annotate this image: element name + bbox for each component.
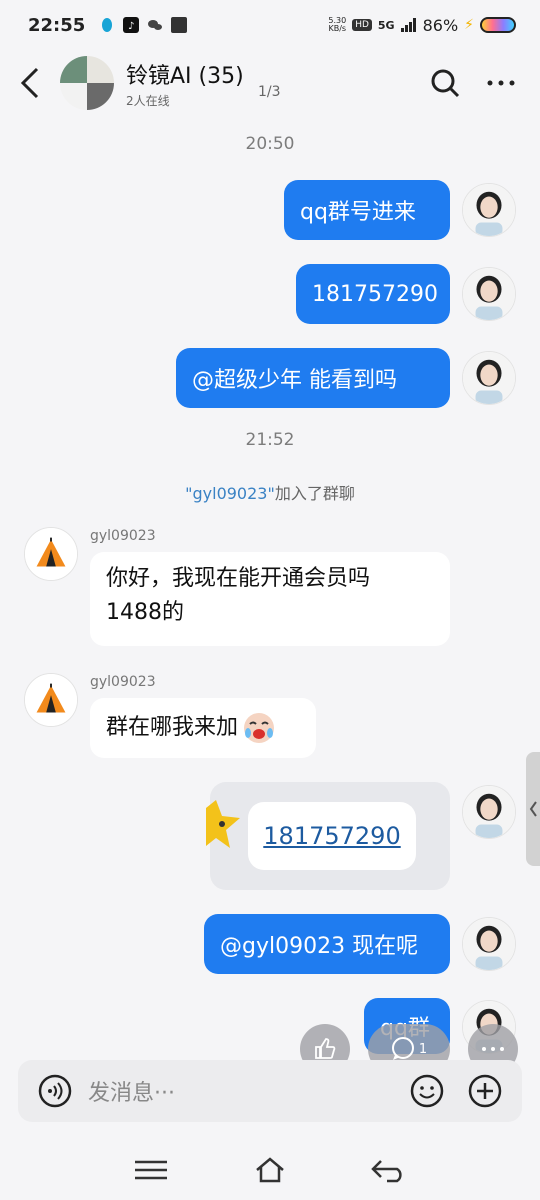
user-avatar[interactable] [24, 673, 78, 727]
network-speed: 5.30 KB/s [328, 17, 346, 33]
timestamp: 20:50 [245, 134, 295, 154]
self-avatar[interactable] [462, 917, 516, 971]
page-indicator: 1/3 [258, 84, 281, 100]
status-left: 22:55 ♪ [28, 14, 188, 36]
header-actions [430, 68, 540, 98]
more-icon[interactable] [486, 68, 516, 98]
network-type: 5G [377, 18, 395, 32]
app-icon [171, 17, 188, 33]
sender-name: gyl09023 [90, 674, 156, 690]
more-icon [482, 1047, 504, 1051]
plus-icon[interactable] [468, 1074, 502, 1108]
self-avatar[interactable] [462, 785, 516, 839]
charging-icon: ⚡ [464, 17, 474, 33]
sender-name: gyl09023 [90, 528, 156, 544]
group-avatar-part [87, 83, 114, 110]
chevron-left-icon [529, 801, 537, 817]
thumbs-up-icon [315, 1038, 336, 1059]
chevron-left-icon [20, 67, 39, 99]
message-line: 1488的 [106, 600, 184, 625]
comment-icon [391, 1037, 414, 1060]
group-avatar-part [60, 56, 87, 83]
person-avatar-icon [463, 918, 515, 970]
person-avatar-icon [463, 268, 515, 320]
status-time: 22:55 [28, 14, 86, 36]
self-avatar[interactable] [462, 183, 516, 237]
side-drawer-handle[interactable] [526, 752, 540, 866]
self-avatar[interactable] [462, 267, 516, 321]
online-count: 2人在线 [126, 93, 170, 108]
group-avatar-part [87, 56, 114, 83]
tent-icon [25, 674, 77, 726]
qq-icon [102, 18, 113, 32]
message-input-bar: 发消息··· [18, 1060, 522, 1122]
system-message-text: 加入了群聊 [274, 484, 355, 503]
message-text: 群在哪我来加 [106, 715, 239, 740]
comment-count: 1 [418, 1041, 428, 1057]
status-right: 5.30 KB/s HD 5G 86% ⚡ [328, 16, 516, 35]
svg-text:♪: ♪ [128, 21, 134, 32]
crying-emoji-icon [244, 713, 275, 743]
signal-icon [400, 18, 416, 32]
user-avatar[interactable] [24, 527, 78, 581]
hd-badge: HD [352, 19, 372, 31]
person-avatar-icon [463, 184, 515, 236]
speed-unit: KB/s [328, 24, 347, 33]
voice-icon[interactable] [38, 1074, 72, 1108]
battery-percent: 86% [422, 15, 459, 35]
group-avatar[interactable] [60, 56, 114, 110]
timestamp: 21:52 [245, 430, 295, 450]
chat-header: 铃镜AI (35) 2人在线 1/3 [0, 50, 540, 116]
self-avatar[interactable] [462, 351, 516, 405]
menu-icon[interactable] [133, 1158, 169, 1182]
card-link[interactable]: 181757290 [263, 822, 400, 850]
status-bar: 22:55 ♪ 5.30 KB/s HD 5G 86% ⚡ [0, 0, 540, 50]
card-content[interactable]: 181757290 [248, 802, 416, 870]
person-avatar-icon [463, 786, 515, 838]
title-wrap[interactable]: 铃镜AI (35) 2人在线 [126, 58, 244, 109]
emoji-icon[interactable] [410, 1074, 444, 1108]
message-bubble-outgoing[interactable]: @gyl09023 现在呢 [204, 914, 450, 974]
star-sticker-icon [206, 800, 240, 848]
system-message-user[interactable]: "gyl09023" [185, 484, 275, 503]
wechat-icon [148, 20, 163, 30]
system-nav-bar [0, 1140, 540, 1200]
group-title: 铃镜AI (35) [126, 63, 244, 89]
tiktok-icon: ♪ [123, 17, 140, 33]
back-button[interactable] [0, 53, 60, 113]
home-icon[interactable] [254, 1156, 286, 1184]
shared-card[interactable]: 181757290 [206, 782, 450, 890]
person-avatar-icon [463, 352, 515, 404]
message-bubble-outgoing[interactable]: 181757290 [296, 264, 450, 324]
message-bubble-incoming[interactable]: 你好，我现在能开通会员吗 1488的 [90, 552, 450, 646]
battery-icon [480, 17, 516, 33]
message-input[interactable]: 发消息··· [88, 1075, 410, 1107]
message-line: 你好，我现在能开通会员吗 [106, 566, 371, 591]
message-bubble-outgoing[interactable]: qq群号进来 [284, 180, 450, 240]
back-nav-icon[interactable] [371, 1157, 407, 1183]
group-avatar-part [60, 83, 87, 110]
search-icon[interactable] [430, 68, 460, 98]
tent-icon [25, 528, 77, 580]
system-message: "gyl09023"加入了群聊 [0, 480, 540, 504]
message-bubble-incoming[interactable]: 群在哪我来加 [90, 698, 316, 758]
message-bubble-outgoing[interactable]: @超级少年 能看到吗 [176, 348, 450, 408]
